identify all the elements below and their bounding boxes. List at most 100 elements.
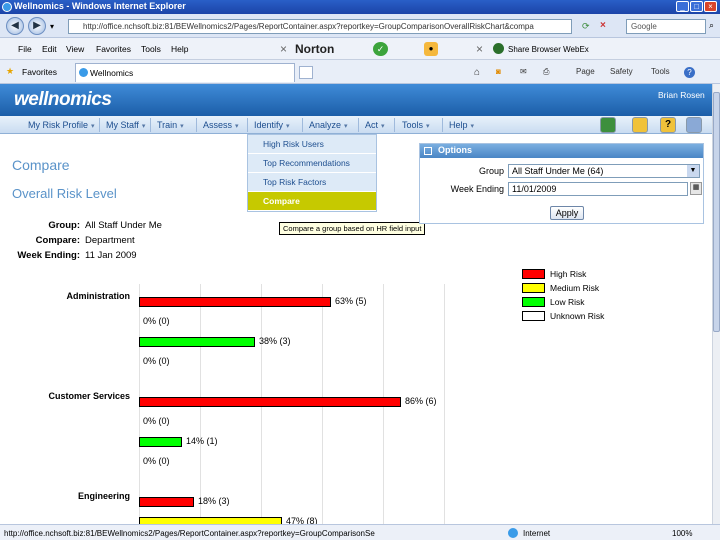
history-dropdown-icon[interactable]: ▾ xyxy=(50,22,54,31)
logout-icon[interactable] xyxy=(686,117,702,133)
chart-gridline xyxy=(444,284,445,524)
close-button[interactable]: × xyxy=(704,1,717,12)
calendar-icon[interactable]: ▦ xyxy=(690,182,702,195)
nav-separator xyxy=(394,118,395,132)
week-ending-input[interactable]: 11/01/2009 xyxy=(508,182,688,196)
info-week-value: 11 Jan 2009 xyxy=(85,250,137,261)
favorites-star-icon[interactable]: ★ xyxy=(6,66,14,77)
zoom-level[interactable]: 100% xyxy=(672,529,692,538)
share-browser-label[interactable]: Share Browser WebEx xyxy=(508,45,589,54)
chart-data-label: 0% (0) xyxy=(143,316,170,326)
collapse-icon[interactable] xyxy=(424,147,432,155)
safety-menu[interactable]: Safety xyxy=(610,67,633,76)
dropdown-item-high-risk-users[interactable]: High Risk Users xyxy=(248,135,376,154)
favorites-button[interactable]: Favorites xyxy=(22,67,57,77)
help-button-icon[interactable]: ? xyxy=(660,117,676,133)
chart-bar[interactable] xyxy=(139,397,401,407)
home-icon[interactable]: ⌂ xyxy=(474,67,480,78)
nav-train[interactable]: Train xyxy=(157,120,184,130)
identity-safe-icon[interactable]: ● xyxy=(424,42,438,56)
menu-tools[interactable]: Tools xyxy=(141,44,161,54)
chart-bar[interactable] xyxy=(139,337,255,347)
chart-category-label: Administration xyxy=(66,291,130,301)
group-select[interactable]: All Staff Under Me (64) ▼ xyxy=(508,164,700,178)
info-compare-label: Compare: xyxy=(35,235,80,246)
close-toolbar-icon[interactable]: × xyxy=(280,42,287,56)
address-bar[interactable]: http://office.nchsoft.biz:81/BEWellnomic… xyxy=(68,19,572,34)
menu-edit[interactable]: Edit xyxy=(42,44,57,54)
risk-bar-chart: Administration 63% (5) 0% (0) 38% (3) 0% (0)… xyxy=(0,284,720,524)
nav-identify[interactable]: Identify xyxy=(254,120,290,130)
chart-category-label: Customer Services xyxy=(48,391,130,401)
search-input[interactable]: Google xyxy=(626,19,706,34)
tooltip: Compare a group based on HR field input xyxy=(279,222,426,235)
tab-label: Wellnomics xyxy=(90,68,134,78)
apply-button[interactable]: Apply xyxy=(550,206,584,220)
tools-menu[interactable]: Tools xyxy=(651,67,670,76)
nav-act[interactable]: Act xyxy=(365,120,385,130)
window-title: Wellnomics - Windows Internet Explorer xyxy=(14,1,186,11)
chart-bar[interactable] xyxy=(139,517,282,524)
wellnomics-logo[interactable]: wellnomics xyxy=(14,89,112,111)
chart-bar[interactable] xyxy=(139,437,182,447)
minimize-button[interactable]: _ xyxy=(676,1,689,12)
window-titlebar: Wellnomics - Windows Internet Explorer xyxy=(0,0,720,14)
dropdown-item-top-risk-factors[interactable]: Top Risk Factors xyxy=(248,173,376,192)
scrollbar-thumb[interactable] xyxy=(713,92,720,332)
chart-data-label: 63% (5) xyxy=(335,296,367,306)
menu-help[interactable]: Help xyxy=(171,44,188,54)
refresh-icon[interactable]: ⟳ xyxy=(582,21,590,32)
new-tab-button[interactable] xyxy=(299,66,313,79)
options-title: Options xyxy=(438,145,472,155)
close-toolbar2-icon[interactable]: × xyxy=(476,42,483,56)
nav-separator xyxy=(150,118,151,132)
nav-separator xyxy=(302,118,303,132)
chevron-down-icon[interactable]: ▼ xyxy=(687,165,699,177)
nav-separator xyxy=(196,118,197,132)
status-zone: Internet xyxy=(523,529,551,538)
export-excel-icon[interactable] xyxy=(600,117,616,133)
dropdown-item-top-recommendations[interactable]: Top Recommendations xyxy=(248,154,376,173)
help-icon[interactable]: ? xyxy=(684,67,695,78)
info-compare-value: Department xyxy=(85,235,135,246)
page-menu[interactable]: Page xyxy=(576,67,595,76)
read-mail-icon[interactable]: ✉ xyxy=(520,67,527,76)
options-panel: Options Group All Staff Under Me (64) ▼ … xyxy=(419,143,704,224)
nav-help[interactable]: Help xyxy=(449,120,474,130)
menu-file[interactable]: File xyxy=(18,44,32,54)
forward-icon[interactable]: ▶ xyxy=(28,17,46,35)
share-browser-icon[interactable] xyxy=(493,43,504,54)
print-icon[interactable]: ⎙ xyxy=(543,67,549,77)
nav-my-staff[interactable]: My Staff xyxy=(106,120,145,130)
status-bar: http://office.nchsoft.biz:81/BEWellnomic… xyxy=(0,524,720,540)
status-url: http://office.nchsoft.biz:81/BEWellnomic… xyxy=(4,529,375,538)
lock-icon[interactable] xyxy=(632,117,648,133)
norton-safe-icon[interactable]: ✓ xyxy=(373,42,388,56)
back-icon[interactable]: ◀ xyxy=(6,17,24,35)
chart-data-label: 86% (6) xyxy=(405,396,437,406)
chart-bar[interactable] xyxy=(139,497,194,507)
internet-zone-icon xyxy=(508,528,518,538)
feeds-icon[interactable]: ◙ xyxy=(496,67,501,76)
dropdown-item-compare[interactable]: Compare xyxy=(248,192,376,211)
nav-separator xyxy=(247,118,248,132)
legend-label: High Risk xyxy=(550,269,587,279)
nav-my-risk-profile[interactable]: My Risk Profile xyxy=(28,120,95,130)
chart-data-label: 38% (3) xyxy=(259,336,291,346)
browser-tab[interactable]: Wellnomics xyxy=(75,63,295,82)
identify-dropdown-menu: High Risk Users Top Recommendations Top … xyxy=(247,134,377,212)
search-icon[interactable]: ⌕ xyxy=(709,20,714,31)
chart-bar[interactable] xyxy=(139,297,331,307)
nav-analyze[interactable]: Analyze xyxy=(309,120,348,130)
info-week-label: Week Ending: xyxy=(17,250,80,261)
maximize-button[interactable]: □ xyxy=(690,1,703,12)
menu-view[interactable]: View xyxy=(66,44,84,54)
nav-tools[interactable]: Tools xyxy=(402,120,430,130)
week-ending-label: Week Ending xyxy=(450,184,504,194)
menu-favorites[interactable]: Favorites xyxy=(96,44,131,54)
options-header[interactable]: Options xyxy=(420,144,703,158)
nav-assess[interactable]: Assess xyxy=(203,120,239,130)
chart-data-label: 47% (8) xyxy=(286,516,318,524)
stop-icon[interactable]: × xyxy=(600,20,606,31)
legend-item-high-risk: High Risk xyxy=(522,269,632,281)
